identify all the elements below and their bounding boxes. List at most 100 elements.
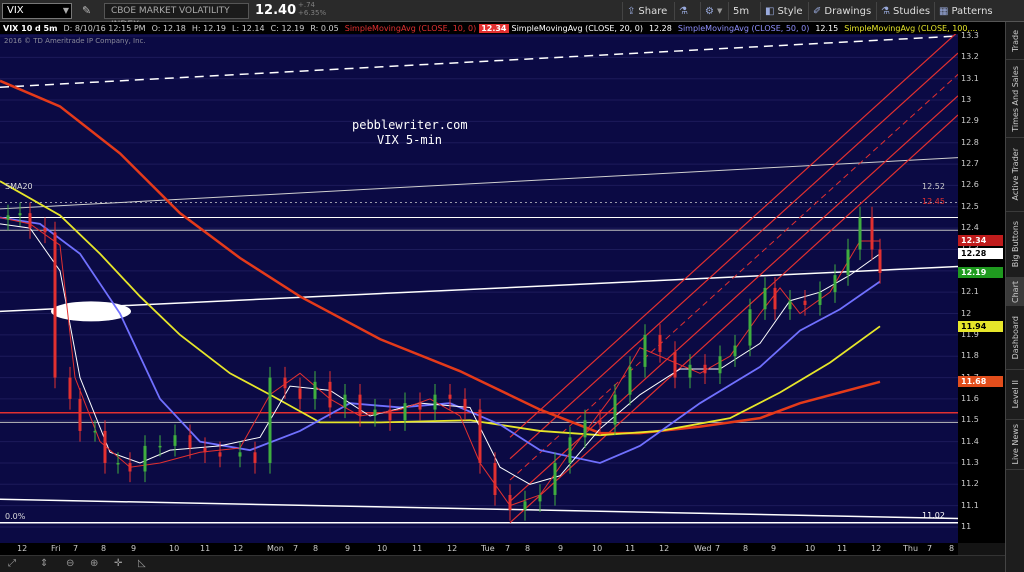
drawing-tool-icon[interactable]: ◺ xyxy=(138,558,146,569)
tab-label: Big Buttons xyxy=(1011,221,1020,268)
chevron-down-icon: ▼ xyxy=(716,7,723,15)
candle-body xyxy=(103,430,107,463)
studies-label: Studies xyxy=(892,5,931,17)
timeframe-label: 5m xyxy=(733,5,750,17)
candle-body xyxy=(673,351,677,378)
time-tick: 12 xyxy=(871,544,882,553)
candle-body xyxy=(78,398,82,431)
timeframe-button[interactable]: 5m xyxy=(728,2,753,20)
studies-button[interactable]: ⚗ Studies xyxy=(876,2,934,20)
price-chart[interactable]: 2016 © TD Ameritrade IP Company, Inc. SM… xyxy=(0,34,958,543)
bar-high: H: 12.19 xyxy=(191,23,227,33)
price-tick: 11.3 xyxy=(961,457,979,467)
tab-label: Level II xyxy=(1011,380,1020,409)
tab-times-and-sales[interactable]: Times And Sales xyxy=(1006,60,1024,138)
time-tick: 7 xyxy=(505,544,511,553)
sma20-label[interactable]: SimpleMovingAvg (CLOSE, 20, 0) xyxy=(509,24,646,33)
tab-active-trader[interactable]: Active Trader xyxy=(1006,138,1024,212)
price-tag: 12.28 xyxy=(958,248,1003,260)
sma20-value: 12.28 xyxy=(648,23,672,33)
time-tick: 10 xyxy=(592,544,603,553)
expand-icon[interactable]: ⤢ xyxy=(8,558,16,569)
tab-dashboard[interactable]: Dashboard xyxy=(1006,306,1024,370)
sma10-label[interactable]: SimpleMovingAvg (CLOSE, 10, 0) xyxy=(342,24,479,33)
time-tick: Fri xyxy=(51,544,61,553)
sma50-label[interactable]: SimpleMovingAvg (CLOSE, 50, 0) xyxy=(675,24,812,33)
pencil-icon[interactable]: ✎ xyxy=(82,4,94,17)
crosshair-icon[interactable]: ✛ xyxy=(114,558,122,569)
candle-body xyxy=(298,388,302,399)
share-button[interactable]: ⇪ Share xyxy=(622,2,671,20)
candle-body xyxy=(718,356,722,374)
sma-line-white xyxy=(0,223,881,485)
candle-body xyxy=(523,501,527,510)
style-icon: ◧ xyxy=(765,5,775,17)
sma-line-yellow xyxy=(0,180,881,437)
candle-body xyxy=(658,334,662,352)
time-tick: Tue xyxy=(481,544,495,553)
candle-body xyxy=(538,494,542,502)
drawings-button[interactable]: ✐ Drawings xyxy=(808,2,875,20)
flask-button[interactable]: ⚗ xyxy=(674,2,692,20)
bar-open: O: 12.18 xyxy=(151,23,186,33)
tab-big-buttons[interactable]: Big Buttons xyxy=(1006,212,1024,278)
candle-body xyxy=(93,430,97,433)
bar-range: R: 0.05 xyxy=(310,23,339,33)
bar-date: D: 8/10/16 12:15 PM xyxy=(63,23,146,33)
time-tick: 8 xyxy=(101,544,107,553)
candle-body xyxy=(748,309,752,346)
sma-line-blue xyxy=(0,216,881,464)
zoom-in-icon[interactable]: ⊕ xyxy=(90,558,98,569)
chevron-down-icon[interactable]: ▼ xyxy=(63,4,69,18)
style-button[interactable]: ◧ Style xyxy=(760,2,807,20)
tab-level-ii[interactable]: Level II xyxy=(1006,370,1024,420)
bar-close: C: 12.19 xyxy=(270,23,305,33)
candle-body xyxy=(188,435,192,449)
annotation-site: pebblewriter.com xyxy=(352,118,468,132)
toolbar: VIX ▼ ✎ CBOE MARKET VOLATILITY INDEX 12.… xyxy=(0,0,1024,30)
sma100-label[interactable]: SimpleMovingAvg (CLOSE, 100,... xyxy=(841,24,980,33)
candle-body xyxy=(253,452,257,463)
candle-body xyxy=(418,403,422,410)
candle-body xyxy=(343,394,347,408)
time-tick: 10 xyxy=(169,544,180,553)
time-tick: 7 xyxy=(715,544,721,553)
tab-live-news[interactable]: Live News xyxy=(1006,420,1024,470)
time-tick: 10 xyxy=(805,544,816,553)
candle-body xyxy=(818,292,822,305)
candle-body xyxy=(628,366,632,395)
settings-button[interactable]: ⚙ ▼ xyxy=(700,2,726,20)
candle-body xyxy=(858,217,862,250)
candle-body xyxy=(238,452,242,457)
candle-body xyxy=(833,275,837,293)
share-label: Share xyxy=(638,5,668,17)
time-axis[interactable]: 12 Fri 7 8 9 10 11 12 Mon 7 8 9 10 11 12 Tue 7 8 9 10 11 12 We… xyxy=(0,543,958,555)
time-tick: 11 xyxy=(200,544,211,553)
candle-body xyxy=(388,409,392,421)
candle-body xyxy=(703,364,707,374)
tab-trade[interactable]: Trade xyxy=(1006,22,1024,60)
bottom-toolbar: ⤢ ⇕ ⊖ ⊕ ✛ ◺ xyxy=(0,555,1005,572)
candle-body xyxy=(763,287,767,310)
tab-label: Dashboard xyxy=(1011,315,1020,360)
candle-body xyxy=(508,494,512,510)
sma20-drawing-label: SMA20 xyxy=(5,182,33,191)
last-price: 12.40 xyxy=(255,3,297,18)
price-tick: 12.9 xyxy=(961,116,979,126)
tab-label: Active Trader xyxy=(1011,148,1020,201)
tab-chart[interactable]: Chart xyxy=(1006,278,1024,306)
level-label-1102: 11.02 xyxy=(922,511,945,520)
price-tick: 13 xyxy=(961,95,972,105)
price-axis[interactable]: 13.3 13.2 13.1 13 12.9 12.8 12.7 12.6 12.5 12.4 12… xyxy=(958,31,1005,543)
chart-canvas[interactable] xyxy=(0,34,958,543)
patterns-button[interactable]: ▦ Patterns xyxy=(934,2,997,20)
sma50-value: 12.15 xyxy=(815,23,839,33)
candle-body xyxy=(68,377,72,399)
time-tick: 10 xyxy=(377,544,388,553)
drag-handle-icon[interactable]: ⇕ xyxy=(40,558,48,569)
price-tick: 13.2 xyxy=(961,52,979,62)
drawings-label: Drawings xyxy=(824,5,872,17)
zoom-out-icon[interactable]: ⊖ xyxy=(66,558,74,569)
symbol-input[interactable]: VIX ▼ xyxy=(2,3,72,19)
tab-label: Times And Sales xyxy=(1011,65,1020,132)
